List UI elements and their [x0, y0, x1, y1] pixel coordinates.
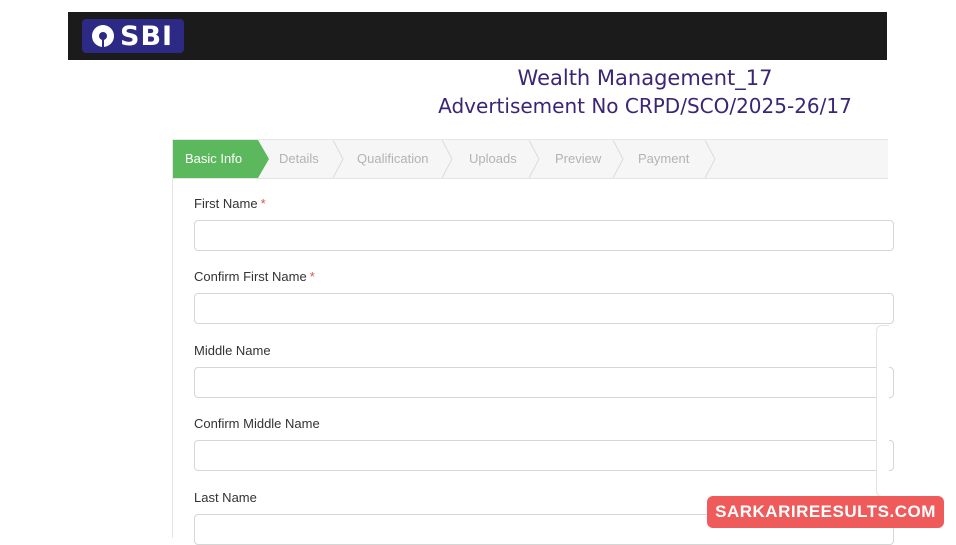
- middle-name-input[interactable]: [194, 367, 894, 398]
- confirm-first-name-label-text: Confirm First Name: [194, 269, 307, 284]
- logo-text: SBI: [120, 20, 174, 52]
- step-separator: [529, 140, 540, 178]
- step-basic-info[interactable]: Basic Info: [173, 140, 270, 178]
- sbi-keyhole-icon: [92, 25, 114, 47]
- advertisement-number: Advertisement No CRPD/SCO/2025-26/17: [438, 94, 852, 118]
- page-title: Wealth Management_17 Advertisement No CR…: [400, 64, 890, 120]
- confirm-first-name-input[interactable]: [194, 293, 894, 324]
- confirm-first-name-label: Confirm First Name *: [194, 269, 315, 284]
- step-separator: [705, 140, 716, 178]
- step-separator: [442, 140, 453, 178]
- step-qualification[interactable]: Qualification: [357, 140, 429, 178]
- required-marker: *: [260, 196, 266, 211]
- side-panel-tab[interactable]: [876, 325, 889, 497]
- confirm-middle-name-input[interactable]: [194, 440, 894, 471]
- first-name-label-text: First Name: [194, 196, 258, 211]
- watermark-badge: SARKARIREESULTS.COM: [707, 496, 944, 528]
- last-name-label: Last Name: [194, 490, 257, 505]
- step-separator: [613, 140, 624, 178]
- first-name-input[interactable]: [194, 220, 894, 251]
- step-payment[interactable]: Payment: [638, 140, 689, 178]
- step-uploads[interactable]: Uploads: [469, 140, 517, 178]
- application-form-card: Basic Info Details Qualification Uploads…: [172, 139, 894, 545]
- step-preview[interactable]: Preview: [555, 140, 601, 178]
- first-name-label: First Name *: [194, 196, 266, 211]
- required-marker: *: [309, 269, 315, 284]
- sbi-logo[interactable]: SBI: [82, 19, 184, 53]
- step-details[interactable]: Details: [279, 140, 319, 178]
- top-navbar: SBI: [68, 12, 887, 60]
- step-wizard: Basic Info Details Qualification Uploads…: [173, 140, 888, 179]
- step-separator: [333, 140, 344, 178]
- confirm-middle-name-label: Confirm Middle Name: [194, 416, 320, 431]
- middle-name-label: Middle Name: [194, 343, 271, 358]
- post-name: Wealth Management_17: [517, 66, 773, 90]
